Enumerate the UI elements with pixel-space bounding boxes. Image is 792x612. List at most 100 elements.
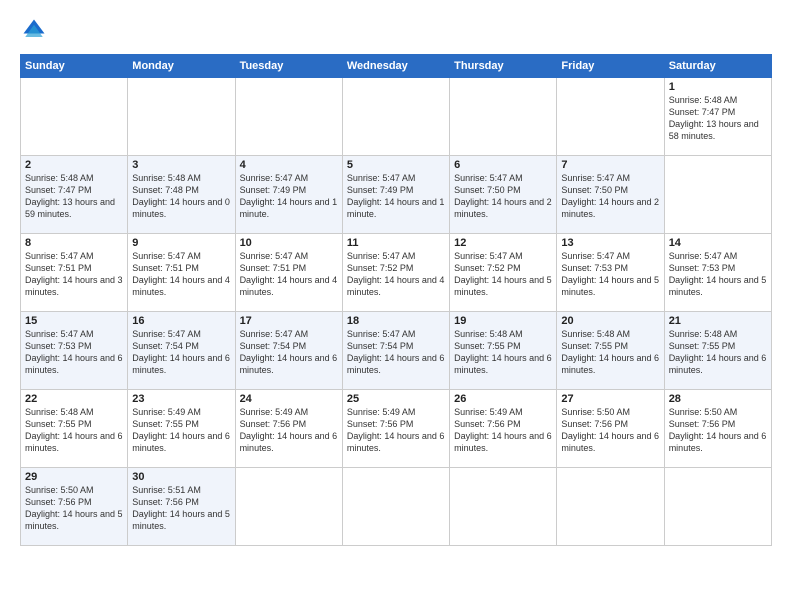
sunset-text: Sunset: 7:49 PM <box>347 185 414 195</box>
sunset-text: Sunset: 7:56 PM <box>132 497 199 507</box>
day-number: 5 <box>347 159 445 171</box>
sunrise-text: Sunrise: 5:47 AM <box>561 251 630 261</box>
day-info: Sunrise: 5:47 AM Sunset: 7:49 PM Daylight:… <box>347 172 445 221</box>
day-number: 2 <box>25 159 123 171</box>
week-row-4: 15Sunrise: 5:47 AMSunset: 7:53 PMDayligh… <box>21 312 772 390</box>
sunset-text: Sunset: 7:47 PM <box>25 185 92 195</box>
daylight-label: Daylight: 14 hours and 6 minutes. <box>240 353 338 375</box>
sunset-text: Sunset: 7:54 PM <box>240 341 307 351</box>
calendar-cell <box>235 78 342 156</box>
day-number: 29 <box>25 471 123 483</box>
sunrise-text: Sunrise: 5:49 AM <box>132 407 201 417</box>
day-info: Sunrise: 5:47 AM Sunset: 7:54 PM Daylight:… <box>240 328 338 377</box>
calendar-cell: 24Sunrise: 5:49 AMSunset: 7:56 PMDayligh… <box>235 390 342 468</box>
day-number: 20 <box>561 315 659 327</box>
daylight-label: Daylight: 13 hours and 59 minutes. <box>25 197 115 219</box>
daylight-label: Daylight: 14 hours and 5 minutes. <box>561 275 659 297</box>
daylight-label: Daylight: 13 hours and 58 minutes. <box>669 119 759 141</box>
col-friday: Friday <box>557 55 664 78</box>
sunset-text: Sunset: 7:55 PM <box>669 341 736 351</box>
daylight-label: Daylight: 14 hours and 1 minute. <box>347 197 445 219</box>
page: Sunday Monday Tuesday Wednesday Thursday… <box>0 0 792 612</box>
calendar-cell: 20Sunrise: 5:48 AMSunset: 7:55 PMDayligh… <box>557 312 664 390</box>
sunrise-text: Sunrise: 5:48 AM <box>669 329 738 339</box>
calendar-cell: 10Sunrise: 5:47 AMSunset: 7:51 PMDayligh… <box>235 234 342 312</box>
sunset-text: Sunset: 7:53 PM <box>669 263 736 273</box>
day-number: 19 <box>454 315 552 327</box>
day-number: 24 <box>240 393 338 405</box>
calendar-header: Sunday Monday Tuesday Wednesday Thursday… <box>21 55 772 78</box>
sunrise-text: Sunrise: 5:47 AM <box>454 251 523 261</box>
day-info: Sunrise: 5:49 AMSunset: 7:55 PMDaylight:… <box>132 406 230 455</box>
sunrise-text: Sunrise: 5:48 AM <box>454 329 523 339</box>
day-number: 23 <box>132 393 230 405</box>
daylight-label: Daylight: 14 hours and 6 minutes. <box>561 431 659 453</box>
calendar-cell <box>450 78 557 156</box>
day-info: Sunrise: 5:51 AMSunset: 7:56 PMDaylight:… <box>132 484 230 533</box>
day-number: 25 <box>347 393 445 405</box>
sunset-text: Sunset: 7:53 PM <box>25 341 92 351</box>
daylight-label: Daylight: 14 hours and 6 minutes. <box>454 353 552 375</box>
day-number: 10 <box>240 237 338 249</box>
day-number: 21 <box>669 315 767 327</box>
sunrise-text: Sunrise: 5:50 AM <box>669 407 738 417</box>
daylight-label: Daylight: 14 hours and 5 minutes. <box>25 509 123 531</box>
day-number: 17 <box>240 315 338 327</box>
calendar-cell: 12Sunrise: 5:47 AMSunset: 7:52 PMDayligh… <box>450 234 557 312</box>
calendar-cell: 8Sunrise: 5:47 AMSunset: 7:51 PMDaylight… <box>21 234 128 312</box>
calendar-cell: 17 Sunrise: 5:47 AM Sunset: 7:54 PM Dayligh… <box>235 312 342 390</box>
calendar-cell: 21Sunrise: 5:48 AMSunset: 7:55 PMDayligh… <box>664 312 771 390</box>
day-info: Sunrise: 5:47 AMSunset: 7:52 PMDaylight:… <box>454 250 552 299</box>
sunset-text: Sunset: 7:50 PM <box>454 185 521 195</box>
col-sunday: Sunday <box>21 55 128 78</box>
week-row-6: 29Sunrise: 5:50 AMSunset: 7:56 PMDayligh… <box>21 468 772 546</box>
calendar-cell: 27 Sunrise: 5:50 AM Sunset: 7:56 PM Dayligh… <box>557 390 664 468</box>
day-info: Sunrise: 5:47 AMSunset: 7:53 PMDaylight:… <box>25 328 123 377</box>
sunset-text: Sunset: 7:52 PM <box>347 263 414 273</box>
day-info: Sunrise: 5:47 AMSunset: 7:49 PMDaylight:… <box>240 172 338 221</box>
sunrise-text: Sunrise: 5:47 AM <box>454 173 523 183</box>
daylight-label: Daylight: 14 hours and 2 minutes. <box>561 197 659 219</box>
day-info: Sunrise: 5:50 AMSunset: 7:56 PMDaylight:… <box>25 484 123 533</box>
calendar-cell <box>557 468 664 546</box>
col-tuesday: Tuesday <box>235 55 342 78</box>
day-info: Sunrise: 5:50 AMSunset: 7:56 PMDaylight:… <box>669 406 767 455</box>
sunrise-text: Sunrise: 5:48 AM <box>132 173 201 183</box>
week-row-1: 1Sunrise: 5:48 AMSunset: 7:47 PMDaylight… <box>21 78 772 156</box>
sunrise-text: Sunrise: 5:47 AM <box>240 329 309 339</box>
calendar-cell: 28Sunrise: 5:50 AMSunset: 7:56 PMDayligh… <box>664 390 771 468</box>
logo <box>20 16 52 44</box>
day-number: 12 <box>454 237 552 249</box>
daylight-label: Daylight: 14 hours and 6 minutes. <box>347 353 445 375</box>
sunset-text: Sunset: 7:56 PM <box>561 419 628 429</box>
day-number: 27 <box>561 393 659 405</box>
calendar-cell <box>664 468 771 546</box>
sunset-text: Sunset: 7:51 PM <box>25 263 92 273</box>
header-row: Sunday Monday Tuesday Wednesday Thursday… <box>21 55 772 78</box>
daylight-label: Daylight: 14 hours and 6 minutes. <box>240 431 338 453</box>
sunset-text: Sunset: 7:54 PM <box>347 341 414 351</box>
daylight-label: Daylight: 14 hours and 0 minutes. <box>132 197 230 219</box>
sunset-text: Sunset: 7:48 PM <box>132 185 199 195</box>
calendar-cell: 22Sunrise: 5:48 AMSunset: 7:55 PMDayligh… <box>21 390 128 468</box>
sunrise-text: Sunrise: 5:50 AM <box>561 407 630 417</box>
calendar-cell: 9Sunrise: 5:47 AMSunset: 7:51 PMDaylight… <box>128 234 235 312</box>
daylight-label: Daylight: 14 hours and 5 minutes. <box>132 509 230 531</box>
header <box>20 16 772 44</box>
calendar-body: 1Sunrise: 5:48 AMSunset: 7:47 PMDaylight… <box>21 78 772 546</box>
sunset-text: Sunset: 7:55 PM <box>25 419 92 429</box>
daylight-label: Daylight: 14 hours and 2 minutes. <box>454 197 552 219</box>
calendar-cell: 6Sunrise: 5:47 AMSunset: 7:50 PMDaylight… <box>450 156 557 234</box>
day-info: Sunrise: 5:49 AMSunset: 7:56 PMDaylight:… <box>454 406 552 455</box>
daylight-label: Daylight: 14 hours and 6 minutes. <box>347 431 445 453</box>
calendar-cell: 14Sunrise: 5:47 AMSunset: 7:53 PMDayligh… <box>664 234 771 312</box>
week-row-3: 8Sunrise: 5:47 AMSunset: 7:51 PMDaylight… <box>21 234 772 312</box>
calendar-cell <box>21 78 128 156</box>
calendar-cell: 19Sunrise: 5:48 AMSunset: 7:55 PMDayligh… <box>450 312 557 390</box>
day-number: 3 <box>132 159 230 171</box>
calendar-cell: 15Sunrise: 5:47 AMSunset: 7:53 PMDayligh… <box>21 312 128 390</box>
sunrise-text: Sunrise: 5:47 AM <box>347 173 416 183</box>
col-wednesday: Wednesday <box>342 55 449 78</box>
col-thursday: Thursday <box>450 55 557 78</box>
sunrise-text: Sunrise: 5:47 AM <box>240 251 309 261</box>
